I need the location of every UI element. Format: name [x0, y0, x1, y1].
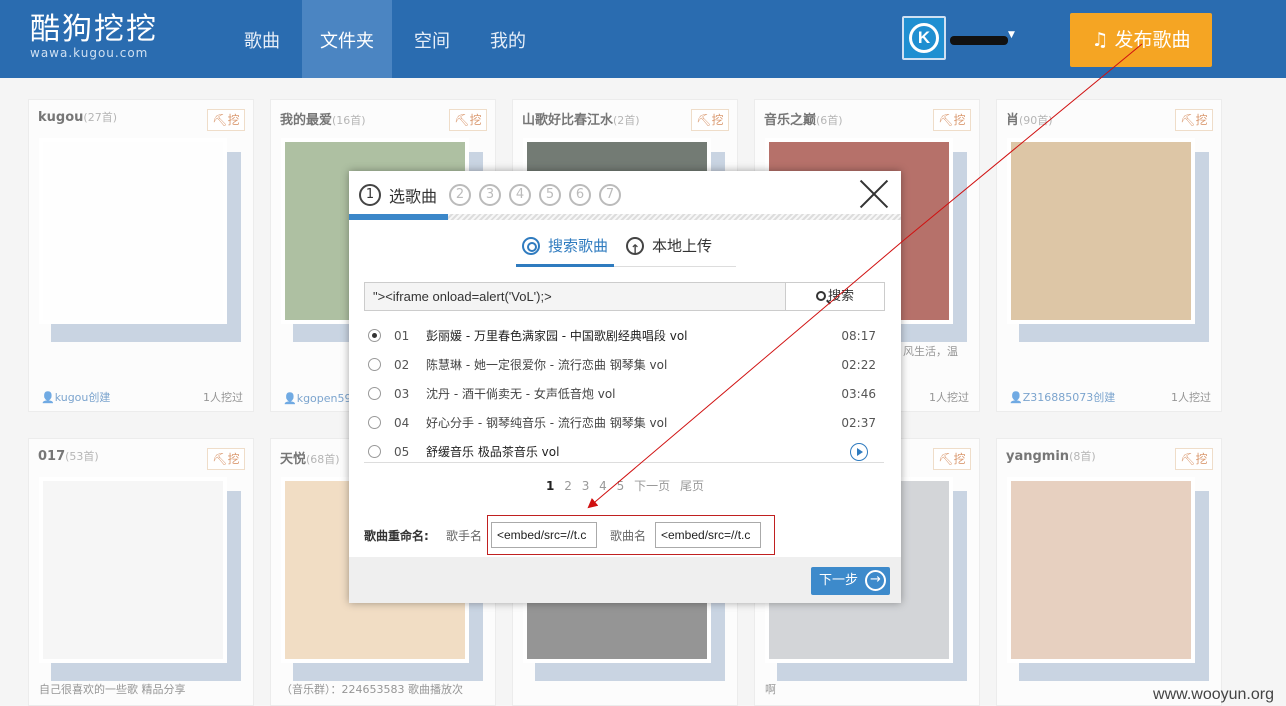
next-step-label: 下一步: [819, 573, 859, 588]
step-progress-bar: [349, 214, 901, 220]
source-tabs: 搜索歌曲 本地上传: [516, 233, 736, 267]
tab-label: 本地上传: [652, 237, 713, 255]
upload-icon: [626, 236, 645, 262]
arrow-right-icon: →: [865, 570, 886, 591]
list-item[interactable]: 04 好心分手 - 钢琴纯音乐 - 流行恋曲 钢琴集 vol 02:37: [364, 408, 884, 437]
song-title: 彭丽媛 - 万里春色满家园 - 中国歌剧经典唱段 vol: [426, 329, 688, 343]
song-duration: 03:46: [841, 386, 876, 401]
watermark: www.wooyun.org: [1153, 686, 1274, 703]
song-duration: 08:17: [841, 328, 876, 343]
step-7: 7: [599, 184, 622, 206]
magnifier-icon: [815, 291, 826, 301]
step-indicator: 1 选歌曲 2 3 4 5 6 7: [359, 183, 629, 207]
nav-folders[interactable]: 文件夹: [302, 0, 392, 78]
step-4: 4: [509, 184, 532, 206]
chevron-down-icon[interactable]: ▼: [1008, 30, 1015, 40]
upload-song-dialog: 1 选歌曲 2 3 4 5 6 7 搜索歌曲 本地上传 "><iframe on…: [349, 171, 901, 603]
search-icon: [522, 237, 540, 255]
tab-local-upload[interactable]: 本地上传: [620, 233, 718, 267]
nav-songs[interactable]: 歌曲: [226, 0, 298, 78]
search-button-label: 搜索: [827, 289, 854, 304]
publish-song-button[interactable]: ♫ 发布歌曲: [1070, 13, 1212, 67]
next-step-button[interactable]: 下一步 →: [811, 567, 890, 595]
rename-section: 歌曲重命名: 歌手名 <embed/src=//t.c 歌曲名 <embed/s…: [349, 509, 901, 559]
list-item[interactable]: 03 沈丹 - 酒干倘卖无 - 女声低音炮 vol 03:46: [364, 379, 884, 408]
logo-url: wawa.kugou.com: [30, 46, 149, 60]
pagination: 1 2 3 4 5 下一页 尾页: [349, 477, 901, 494]
step-1: 1: [359, 184, 381, 206]
step-6: 6: [569, 184, 592, 206]
avatar[interactable]: K: [902, 16, 946, 60]
song-radio[interactable]: [368, 445, 381, 458]
kugou-logo-icon: K: [909, 23, 939, 53]
rename-label: 歌曲重命名:: [364, 529, 429, 543]
top-bar: 酷狗挖挖 wawa.kugou.com 歌曲 文件夹 空间 我的 K ▼ ♫ 发…: [0, 0, 1286, 78]
redacted-username[interactable]: [950, 36, 1008, 45]
song-number: 02: [394, 357, 410, 372]
step-3: 3: [479, 184, 502, 206]
play-icon[interactable]: [850, 442, 868, 461]
song-radio[interactable]: [368, 416, 381, 429]
song-radio[interactable]: [368, 358, 381, 371]
list-item[interactable]: 05 舒缓音乐 极品茶音乐 vol: [364, 437, 884, 466]
song-search-input[interactable]: "><iframe onload=alert('VoL');>: [364, 282, 786, 311]
list-item[interactable]: 02 陈慧琳 - 她一定很爱你 - 流行恋曲 钢琴集 vol 02:22: [364, 350, 884, 379]
page-2[interactable]: 2: [564, 479, 572, 493]
page-5[interactable]: 5: [617, 479, 625, 493]
next-page-link[interactable]: 下一页: [634, 479, 670, 493]
song-title: 好心分手 - 钢琴纯音乐 - 流行恋曲 钢琴集 vol: [426, 416, 668, 430]
tab-search-songs[interactable]: 搜索歌曲: [516, 233, 615, 267]
nav-mine[interactable]: 我的: [472, 0, 544, 78]
song-radio[interactable]: [368, 329, 381, 342]
song-title: 陈慧琳 - 她一定很爱你 - 流行恋曲 钢琴集 vol: [426, 358, 668, 372]
main-nav: 歌曲 文件夹 空间 我的: [226, 0, 548, 78]
song-number: 04: [394, 415, 410, 430]
page-3[interactable]: 3: [582, 479, 590, 493]
singer-label: 歌手名: [446, 529, 483, 543]
song-number: 05: [394, 444, 410, 459]
page-4[interactable]: 4: [599, 479, 607, 493]
nav-space[interactable]: 空间: [396, 0, 468, 78]
close-icon[interactable]: [859, 179, 889, 209]
song-number: 01: [394, 328, 410, 343]
song-duration: 02:37: [841, 415, 876, 430]
site-logo[interactable]: 酷狗挖挖 wawa.kugou.com: [30, 12, 158, 61]
song-title: 舒缓音乐 极品茶音乐 vol: [426, 445, 560, 459]
search-button[interactable]: 搜索: [785, 282, 885, 311]
step-2: 2: [449, 184, 472, 206]
highlight-box: [487, 515, 775, 555]
song-number: 03: [394, 386, 410, 401]
step-5: 5: [539, 184, 562, 206]
step-label: 选歌曲: [389, 187, 438, 206]
song-results-list: 01 彭丽媛 - 万里春色满家园 - 中国歌剧经典唱段 vol 08:17 02…: [364, 321, 884, 463]
song-duration: 02:22: [841, 357, 876, 372]
song-title: 沈丹 - 酒干倘卖无 - 女声低音炮 vol: [426, 387, 616, 401]
song-radio[interactable]: [368, 387, 381, 400]
list-item[interactable]: 01 彭丽媛 - 万里春色满家园 - 中国歌剧经典唱段 vol 08:17: [364, 321, 884, 350]
step-progress-fill: [349, 214, 449, 220]
logo-text: 酷狗挖挖: [30, 12, 158, 47]
page-1[interactable]: 1: [546, 479, 554, 493]
tab-label: 搜索歌曲: [548, 237, 609, 255]
last-page-link[interactable]: 尾页: [680, 479, 704, 493]
